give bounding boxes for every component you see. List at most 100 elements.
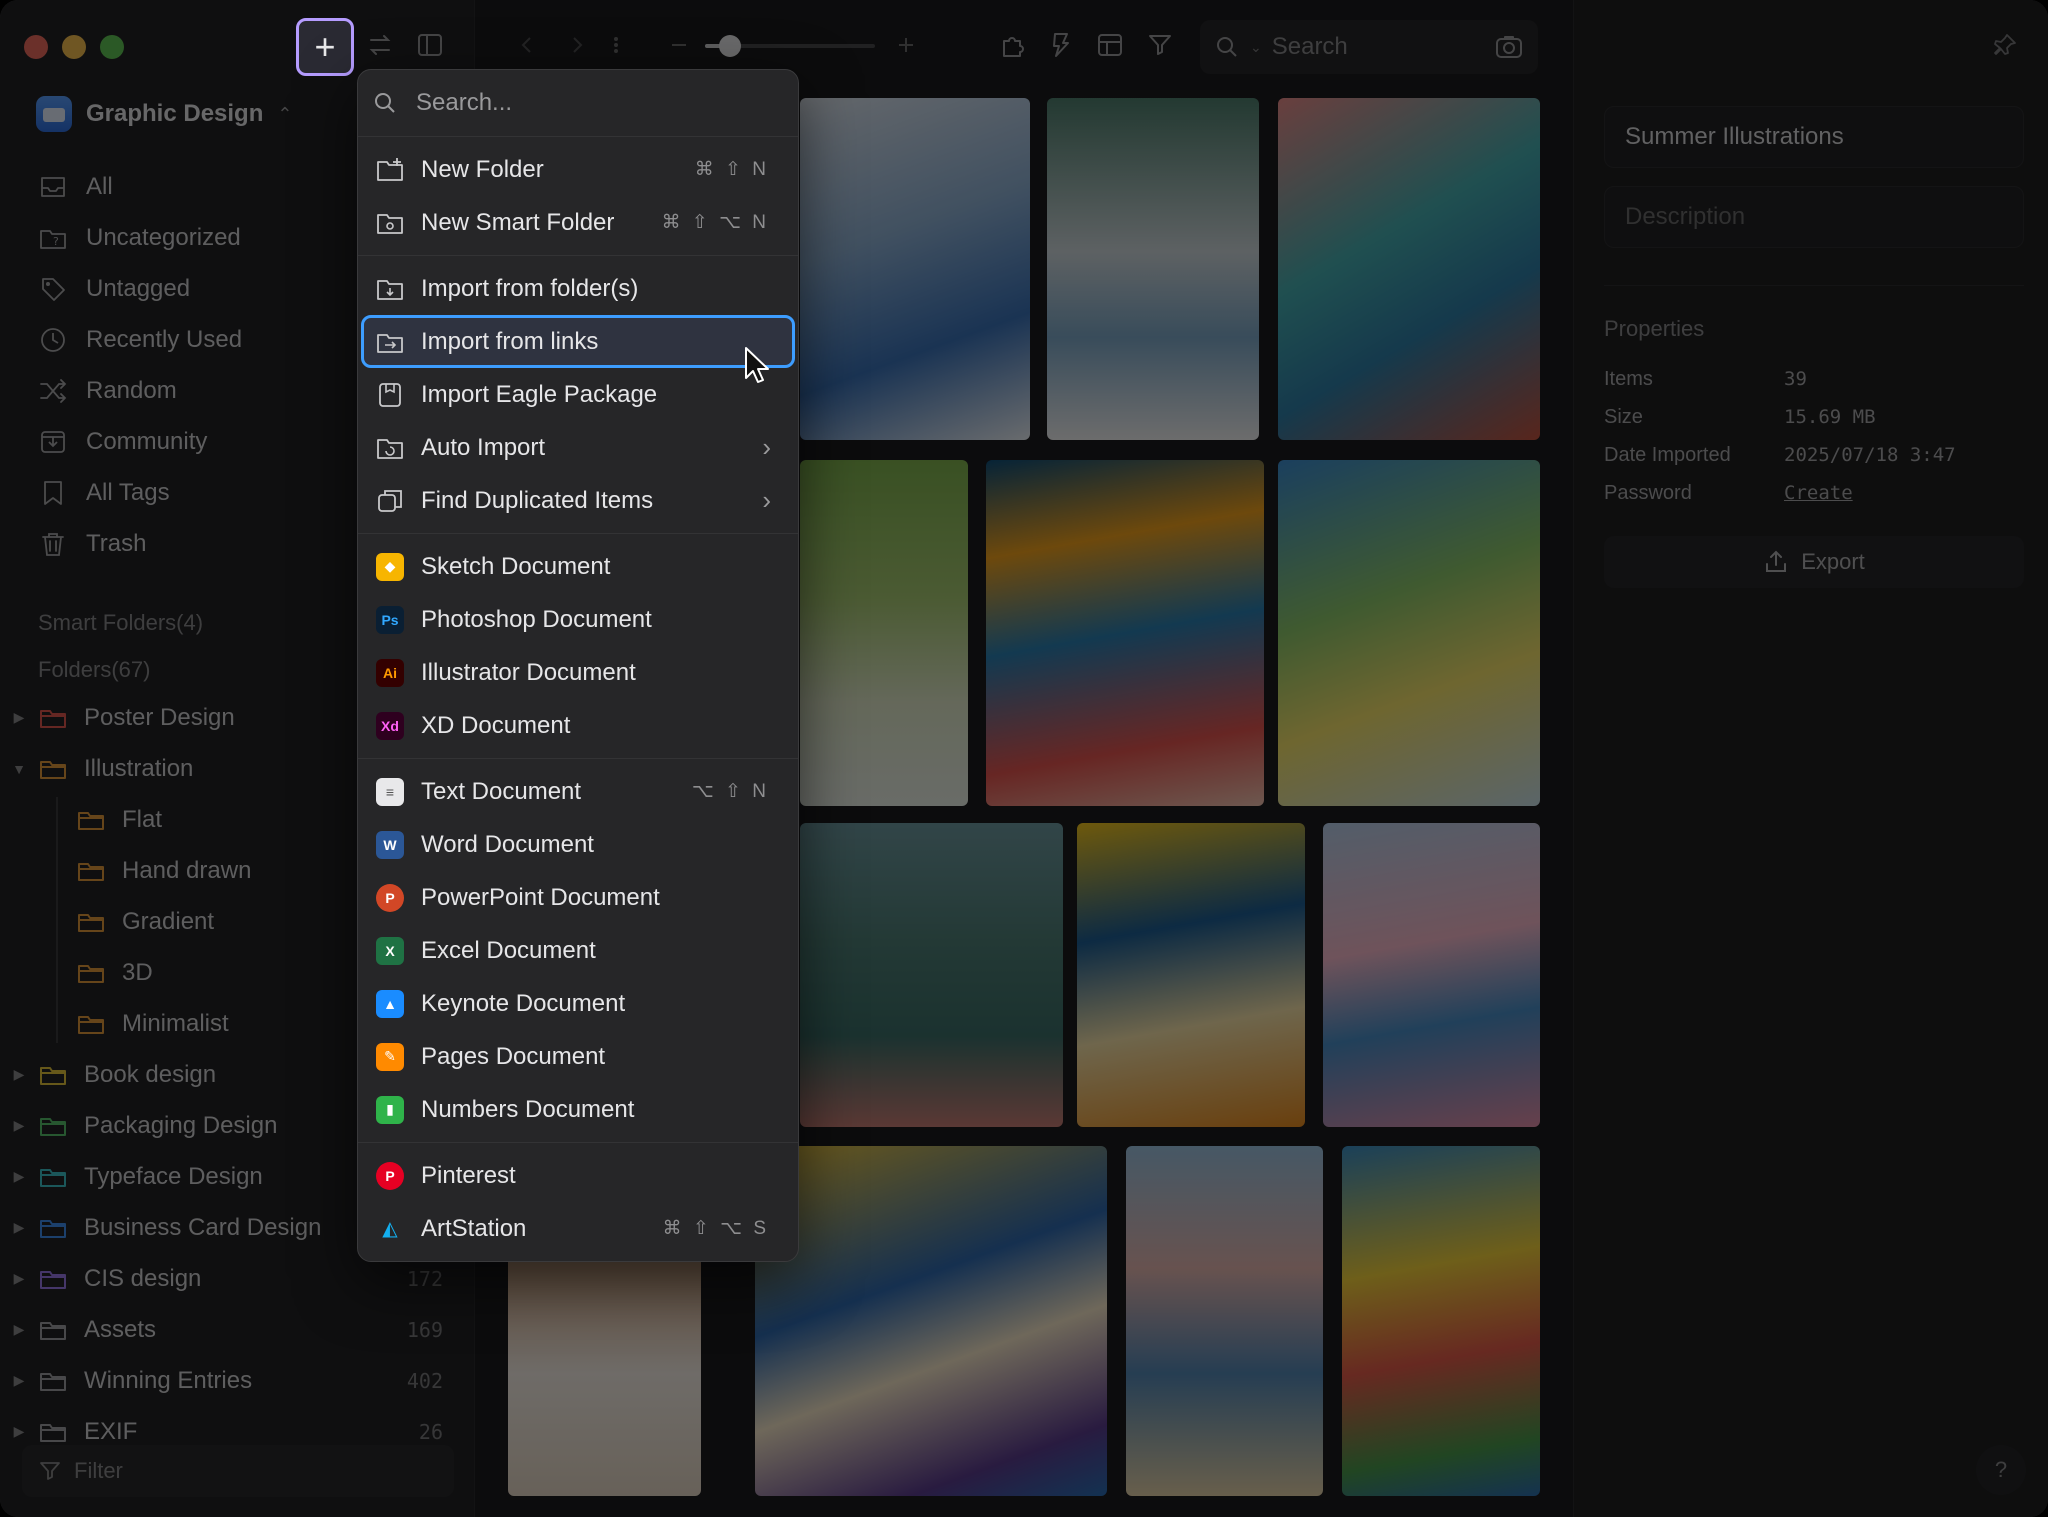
- filter-toolbar-icon[interactable]: [1143, 28, 1177, 62]
- gallery-item[interactable]: [1278, 460, 1540, 806]
- gallery-item[interactable]: [755, 1146, 1107, 1496]
- image-search-icon[interactable]: [1494, 32, 1524, 62]
- menu-item-keynote-document[interactable]: ▲ Keynote Document: [361, 977, 795, 1030]
- folder-item[interactable]: ▶ Winning Entries 402: [0, 1355, 475, 1406]
- folder-title-field[interactable]: Summer Illustrations: [1604, 106, 2024, 168]
- sidebar-item-label: Community: [86, 427, 208, 455]
- zoom-window-button[interactable]: [100, 35, 124, 59]
- inbox-icon: [38, 172, 68, 202]
- more-vertical-icon[interactable]: [599, 28, 633, 62]
- disclosure-closed-icon[interactable]: ▶: [0, 1321, 38, 1338]
- menu-item-import-from-links[interactable]: Import from links: [361, 315, 795, 368]
- search-dropdown-icon[interactable]: ⌄: [1250, 39, 1262, 56]
- property-key: Password: [1604, 482, 1692, 504]
- disclosure-closed-icon[interactable]: ▶: [0, 1372, 38, 1389]
- library-switcher[interactable]: Graphic Design ⌃: [36, 96, 292, 132]
- pin-icon[interactable]: [1992, 32, 2018, 58]
- sidebar-item-label: Random: [86, 376, 177, 404]
- menu-item-label: Illustrator Document: [421, 658, 636, 686]
- smart-folders-header[interactable]: Smart Folders(4): [38, 610, 203, 636]
- menu-item-find-duplicated-items[interactable]: Find Duplicated Items ›: [361, 474, 795, 527]
- gallery-item[interactable]: [800, 98, 1030, 440]
- menu-item-pages-document[interactable]: ✎ Pages Document: [361, 1030, 795, 1083]
- swap-icon[interactable]: [363, 28, 397, 62]
- back-icon[interactable]: [510, 28, 544, 62]
- close-window-button[interactable]: [24, 35, 48, 59]
- library-name: Graphic Design: [86, 100, 264, 127]
- folder-icon: [40, 1321, 66, 1340]
- menu-item-word-document[interactable]: W Word Document: [361, 818, 795, 871]
- properties-header: Properties: [1604, 316, 1705, 341]
- disclosure-closed-icon[interactable]: ▶: [0, 1270, 38, 1287]
- text-document-icon: ≡: [375, 777, 405, 807]
- menu-item-xd-document[interactable]: Xd XD Document: [361, 699, 795, 752]
- menu-item-auto-import[interactable]: Auto Import ›: [361, 421, 795, 474]
- folder-label: Flat: [122, 805, 163, 833]
- toolbar-search-input[interactable]: ⌄ Search: [1200, 20, 1538, 74]
- add-button[interactable]: +: [296, 18, 354, 76]
- shuffle-icon: [38, 376, 68, 406]
- zoom-out-icon[interactable]: [662, 28, 696, 62]
- menu-item-label: Pages Document: [421, 1042, 606, 1070]
- gallery-item[interactable]: [800, 460, 968, 806]
- gallery-item[interactable]: [1278, 98, 1540, 440]
- layout-icon[interactable]: [1093, 28, 1127, 62]
- shortcut-label: ⌘ ⇧ ⌥ N: [661, 212, 769, 233]
- folder-icon: [40, 1372, 66, 1391]
- disclosure-closed-icon[interactable]: ▶: [0, 709, 38, 726]
- folder-item[interactable]: ▶ Assets 169: [0, 1304, 475, 1355]
- disclosure-open-icon[interactable]: ▼: [0, 761, 38, 777]
- folder-label: Book design: [84, 1060, 217, 1088]
- filter-input[interactable]: Filter: [22, 1445, 454, 1497]
- menu-item-sketch-document[interactable]: ◆ Sketch Document: [361, 540, 795, 593]
- menu-item-numbers-document[interactable]: ▮ Numbers Document: [361, 1083, 795, 1136]
- create-password-link[interactable]: Create: [1784, 482, 1853, 505]
- xd-icon: Xd: [375, 711, 405, 741]
- menu-item-artstation[interactable]: ◭ ArtStation ⌘ ⇧ ⌥ S: [361, 1202, 795, 1255]
- menu-item-illustrator-document[interactable]: Ai Illustrator Document: [361, 646, 795, 699]
- zoom-slider-knob[interactable]: [719, 35, 741, 57]
- gallery-item[interactable]: [1126, 1146, 1323, 1496]
- menu-item-photoshop-document[interactable]: Ps Photoshop Document: [361, 593, 795, 646]
- new-folder-icon: [375, 155, 405, 185]
- gallery-item[interactable]: [1077, 823, 1305, 1127]
- gallery-item[interactable]: [986, 460, 1264, 806]
- action-bolt-icon[interactable]: [1043, 28, 1077, 62]
- menu-search-input[interactable]: Search...: [358, 70, 798, 137]
- disclosure-closed-icon[interactable]: ▶: [0, 1168, 38, 1185]
- forward-icon[interactable]: [560, 28, 594, 62]
- menu-item-import-eagle-package[interactable]: Import Eagle Package: [361, 368, 795, 421]
- menu-item-powerpoint-document[interactable]: P PowerPoint Document: [361, 871, 795, 924]
- app-window: Graphic Design ⌃ All? Uncategorized Unta…: [0, 0, 2048, 1517]
- export-button[interactable]: Export: [1604, 536, 2024, 588]
- gallery-item[interactable]: [800, 823, 1063, 1127]
- sidebar-toggle-icon[interactable]: [413, 28, 447, 62]
- folder-icon: [40, 1270, 66, 1289]
- menu-item-new-smart-folder[interactable]: New Smart Folder ⌘ ⇧ ⌥ N: [361, 196, 795, 249]
- folder-label: CIS design: [84, 1264, 202, 1292]
- sidebar-item-label: Recently Used: [86, 325, 243, 353]
- disclosure-closed-icon[interactable]: ▶: [0, 1219, 38, 1236]
- disclosure-closed-icon[interactable]: ▶: [0, 1066, 38, 1083]
- download-box-icon: [38, 427, 68, 457]
- gallery-item[interactable]: [1342, 1146, 1540, 1496]
- menu-item-text-document[interactable]: ≡ Text Document ⌥ ⇧ N: [361, 765, 795, 818]
- disclosure-closed-icon[interactable]: ▶: [0, 1117, 38, 1134]
- folders-header[interactable]: Folders(67): [38, 657, 150, 683]
- description-field[interactable]: Description: [1604, 186, 2024, 248]
- gallery-item[interactable]: [1323, 823, 1540, 1127]
- menu-item-new-folder[interactable]: New Folder ⌘ ⇧ N: [361, 143, 795, 196]
- menu-item-pinterest[interactable]: P Pinterest: [361, 1149, 795, 1202]
- menu-separator: [358, 255, 798, 256]
- plugin-icon[interactable]: [995, 28, 1029, 62]
- gallery-item[interactable]: [1047, 98, 1259, 440]
- minimize-window-button[interactable]: [62, 35, 86, 59]
- zoom-in-icon[interactable]: [889, 28, 923, 62]
- menu-item-import-from-folder-s[interactable]: Import from folder(s): [361, 262, 795, 315]
- help-button[interactable]: ?: [1976, 1445, 2026, 1495]
- menu-separator: [358, 1142, 798, 1143]
- disclosure-closed-icon[interactable]: ▶: [0, 1423, 38, 1440]
- menu-item-excel-document[interactable]: X Excel Document: [361, 924, 795, 977]
- inspector-panel: Summer Illustrations Description Propert…: [1573, 0, 2048, 1517]
- word-icon: W: [375, 830, 405, 860]
